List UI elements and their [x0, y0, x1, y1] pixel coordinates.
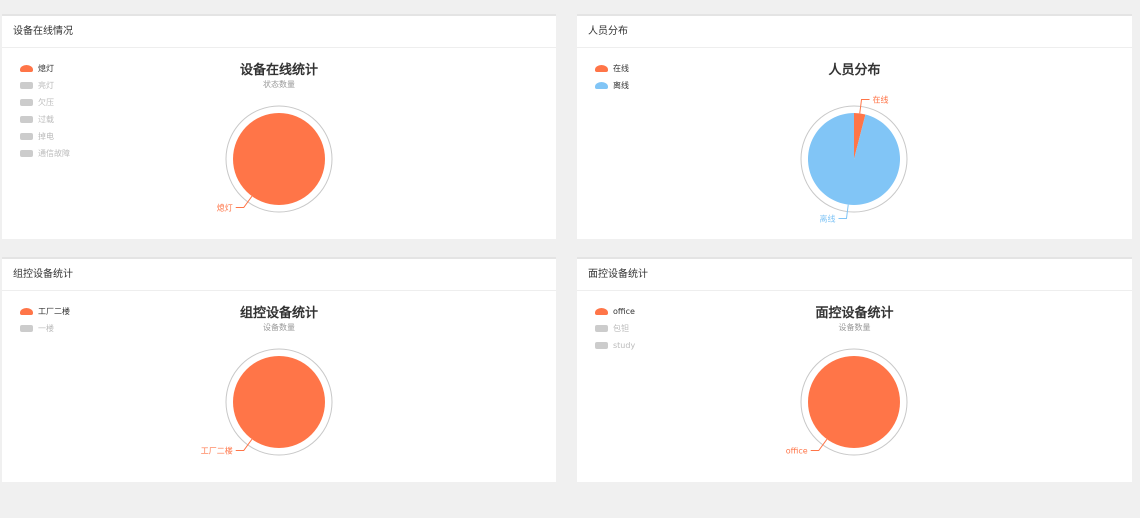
pie-slice-label: 工厂二楼 — [201, 446, 233, 456]
chart-area: 在线 离线 人员分布 在线 离线 — [577, 48, 1132, 240]
panel-title: 人员分布 — [577, 16, 1132, 48]
chart-area: 熄灯 亮灯 欠压 过载 掉电 通信故障 设备在线统计 状态数量 熄灯 — [2, 48, 556, 240]
pie-slice-label: office — [786, 447, 808, 456]
pie-label-line — [235, 195, 253, 209]
group-control-panel: 组控设备统计 工厂二楼 一楼 组控设备统计 设备数量 工厂二楼 — [2, 257, 556, 482]
panel-title: 设备在线情况 — [2, 16, 556, 48]
pie-slice[interactable] — [233, 113, 325, 205]
panel-control-panel: 面控设备统计 office 包钽 study 面控设备统计 设备数量 offic… — [577, 257, 1132, 482]
device-online-panel: 设备在线情况 熄灯 亮灯 欠压 过载 掉电 通信故障 设备在线统计 状态数量 熄… — [2, 14, 556, 239]
pie-slice[interactable] — [808, 113, 900, 205]
pie-slice[interactable] — [233, 356, 325, 448]
pie-slice-label: 在线 — [873, 94, 889, 104]
pie-label-line — [810, 438, 828, 452]
chart-area: office 包钽 study 面控设备统计 设备数量 office — [577, 291, 1132, 483]
pie-slice-label: 熄灯 — [217, 203, 233, 213]
pie-chart[interactable]: office — [577, 291, 1132, 483]
pie-slice[interactable] — [808, 356, 900, 448]
panel-title: 面控设备统计 — [577, 259, 1132, 291]
pie-slice-label: 离线 — [819, 214, 835, 224]
chart-area: 工厂二楼 一楼 组控设备统计 设备数量 工厂二楼 — [2, 291, 556, 483]
pie-label-line — [235, 438, 253, 452]
pie-chart[interactable]: 工厂二楼 — [2, 291, 556, 483]
pie-chart[interactable]: 熄灯 — [2, 48, 556, 240]
pie-chart[interactable]: 在线离线 — [577, 48, 1132, 240]
panel-title: 组控设备统计 — [2, 259, 556, 291]
personnel-distribution-panel: 人员分布 在线 离线 人员分布 在线 离线 — [577, 14, 1132, 239]
